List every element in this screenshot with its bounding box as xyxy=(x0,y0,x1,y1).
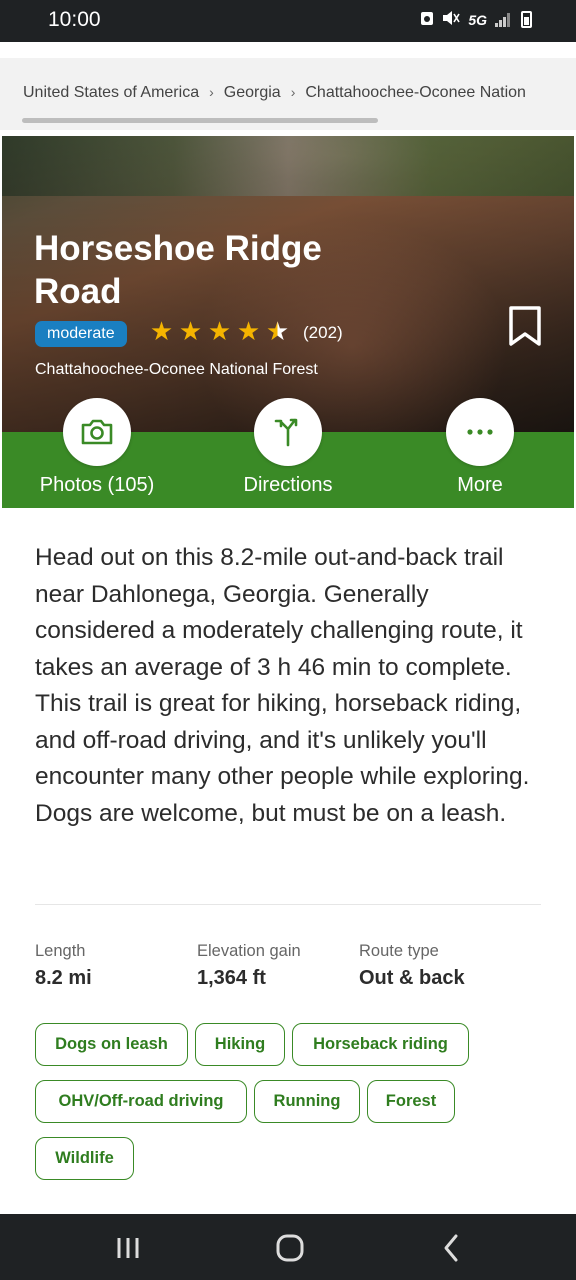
tag-wildlife[interactable]: Wildlife xyxy=(35,1137,134,1180)
battery-icon xyxy=(521,11,532,28)
directions-icon xyxy=(254,398,322,466)
stat-value: Out & back xyxy=(359,967,465,989)
signal-icon xyxy=(495,12,513,27)
tag-forest[interactable]: Forest xyxy=(367,1080,455,1123)
directions-label: Directions xyxy=(243,474,333,496)
park-name[interactable]: Chattahoochee-Oconee National Forest xyxy=(35,361,318,379)
photos-button[interactable]: Photos (105) xyxy=(32,398,162,497)
half-star-icon: ★ xyxy=(265,316,290,346)
recent-apps-icon[interactable] xyxy=(108,1232,148,1264)
network-type: 5G xyxy=(468,11,487,28)
tag-hiking[interactable]: Hiking xyxy=(195,1023,285,1066)
rating-stars: ★ ★ ★ ★ ★ xyxy=(148,318,291,345)
status-time: 10:00 xyxy=(48,8,101,31)
breadcrumb-scrollbar[interactable] xyxy=(22,118,378,123)
more-dots-icon xyxy=(446,398,514,466)
back-icon[interactable] xyxy=(432,1232,472,1264)
star-icon: ★ xyxy=(178,316,203,346)
tag-running[interactable]: Running xyxy=(254,1080,360,1123)
tag-ohv-off-road-driving[interactable]: OHV/Off-road driving xyxy=(35,1080,247,1123)
tag-dogs-on-leash[interactable]: Dogs on leash xyxy=(35,1023,188,1066)
stat-label: Route type xyxy=(359,942,439,960)
camera-icon xyxy=(63,398,131,466)
bookmark-icon[interactable] xyxy=(508,305,542,347)
stat-value: 8.2 mi xyxy=(35,967,92,989)
star-icon: ★ xyxy=(207,316,232,346)
breadcrumb-separator: › xyxy=(209,84,214,100)
directions-button[interactable]: Directions xyxy=(223,398,353,497)
system-nav-bar xyxy=(0,1214,576,1280)
trail-title: Horseshoe Ridge Road xyxy=(34,229,322,311)
stat-label: Length xyxy=(35,942,86,960)
breadcrumb-item-state[interactable]: Georgia xyxy=(224,84,281,101)
review-count[interactable]: (202) xyxy=(303,323,343,343)
tag-horseback-riding[interactable]: Horseback riding xyxy=(292,1023,469,1066)
breadcrumb-item-park[interactable]: Chattahoochee-Oconee Nation xyxy=(305,84,526,101)
breadcrumb: United States of America › Georgia › Chattah… xyxy=(23,84,576,102)
more-button[interactable]: More xyxy=(415,398,545,497)
stat-length: Length 8.2 mi xyxy=(35,942,92,990)
section-divider xyxy=(35,904,541,905)
photos-label: Photos (105) xyxy=(39,474,155,496)
more-label: More xyxy=(457,474,503,496)
status-bar: 10:00 5G xyxy=(0,0,576,42)
star-icon: ★ xyxy=(149,316,174,346)
star-icon: ★ xyxy=(236,316,261,346)
stat-label: Elevation gain xyxy=(197,942,301,960)
trail-description: Head out on this 8.2-mile out-and-back t… xyxy=(35,544,530,827)
mute-icon xyxy=(442,10,460,29)
breadcrumb-item-country[interactable]: United States of America xyxy=(23,84,199,101)
status-icons: 5G xyxy=(420,10,532,29)
stat-value: 1,364 ft xyxy=(197,967,266,989)
home-icon[interactable] xyxy=(270,1232,310,1264)
stat-route-type: Route type Out & back xyxy=(359,942,465,990)
stat-elevation: Elevation gain 1,364 ft xyxy=(197,942,301,990)
difficulty-badge: moderate xyxy=(35,321,127,347)
breadcrumb-separator: › xyxy=(290,84,296,100)
notification-icon xyxy=(420,10,434,29)
